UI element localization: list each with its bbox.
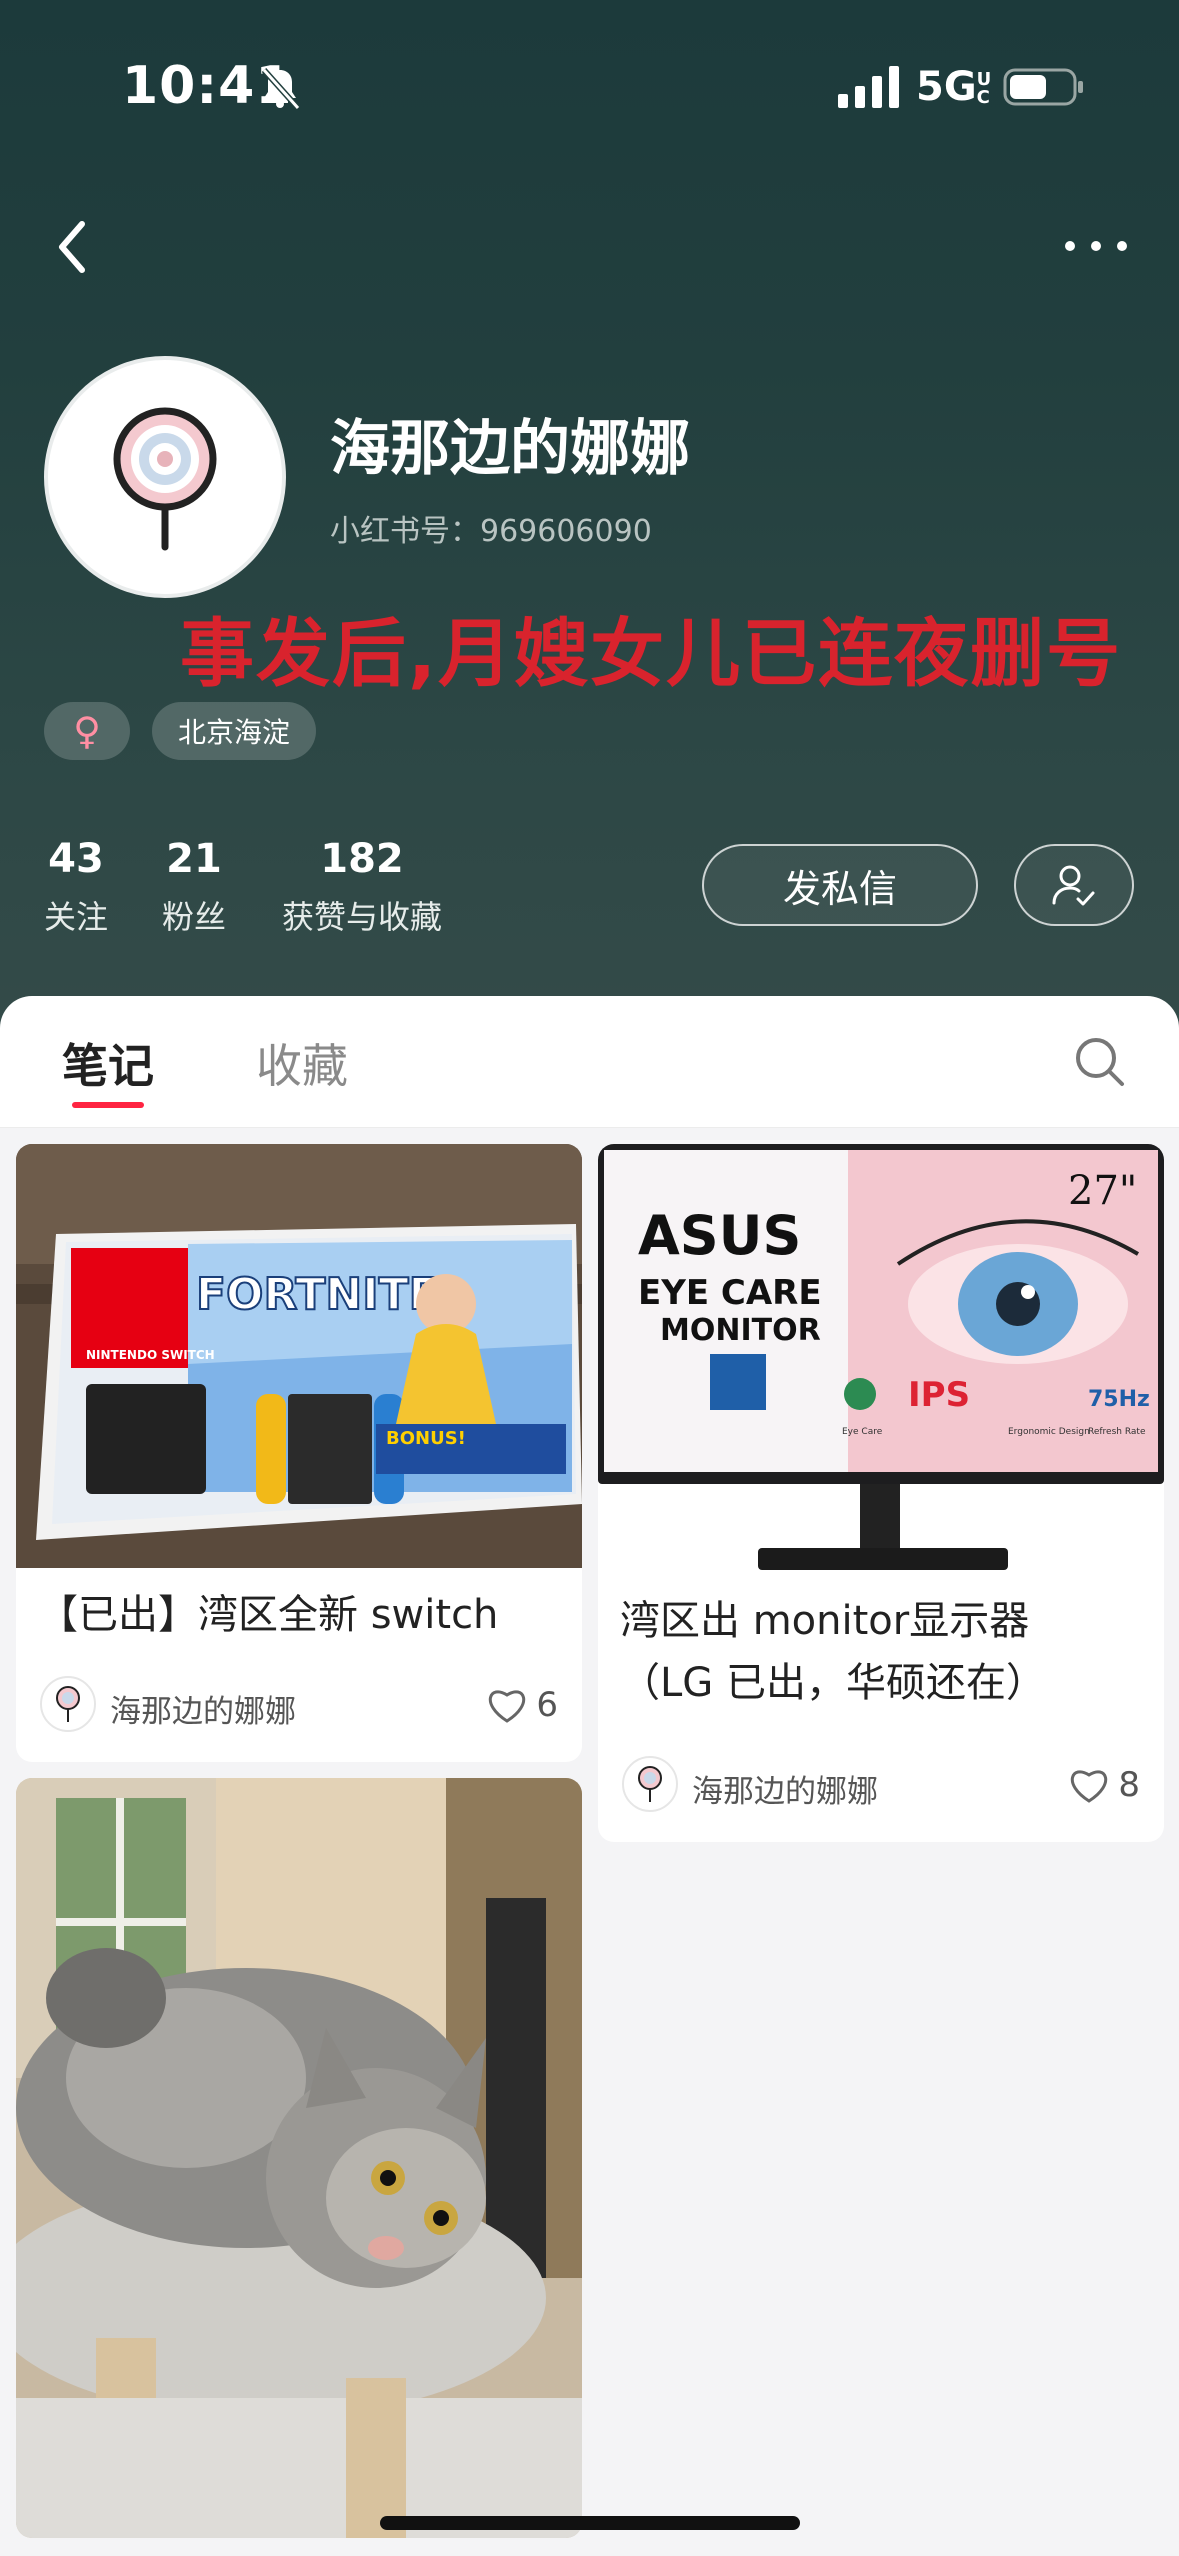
overlay-caption: 事发后,月嫂女儿已连夜删号 xyxy=(180,611,1123,697)
profile-avatar[interactable] xyxy=(44,356,286,598)
more-options-button[interactable] xyxy=(1052,218,1140,274)
lollipop-icon xyxy=(638,1766,662,1802)
user-check-icon xyxy=(1052,865,1095,906)
location-tag: 北京海淀 xyxy=(152,702,317,760)
switch-box-bonus: BONUS! xyxy=(386,1428,466,1449)
post-card[interactable] xyxy=(16,1778,582,2538)
post-card[interactable]: ASUS EYE CARE MONITOR 27" IPS 75Hz Eye C… xyxy=(598,1144,1164,1842)
lollipop-icon xyxy=(56,1686,80,1722)
status-bar: 10:41 5GUC xyxy=(0,0,1179,170)
cell-signal-icon xyxy=(838,66,899,108)
stat-following[interactable]: 43 关注 xyxy=(44,836,108,938)
post-title: 【已出】湾区全新 switch xyxy=(38,1592,499,1638)
post-meta: 海那边的娜娜 8 xyxy=(622,1756,1140,1812)
monitor-size: 27" xyxy=(1068,1168,1137,1214)
monitor-badge-1: Eye Care xyxy=(842,1427,883,1437)
stat-likes-collections[interactable]: 182 获赞与收藏 xyxy=(282,836,442,938)
search-icon[interactable] xyxy=(1072,1034,1128,1090)
tab-notes[interactable]: 笔记 xyxy=(62,1030,154,1096)
post-image-cat xyxy=(16,1778,582,2538)
monitor-badge-2: Ergonomic Design xyxy=(1008,1427,1090,1437)
battery-icon xyxy=(1003,68,1083,106)
post-image-switch: FORTNITE NINTENDO SWITCH BONUS! xyxy=(16,1144,582,1568)
monitor-line1: EYE CARE xyxy=(638,1273,822,1313)
author-name[interactable]: 海那边的娜娜 xyxy=(692,1766,878,1811)
stat-followers-value: 21 xyxy=(166,836,222,882)
back-button[interactable] xyxy=(44,210,104,284)
like-count: 6 xyxy=(536,1685,558,1725)
network-type: 5GUC xyxy=(916,64,992,110)
post-title-line-1: 湾区出 monitor显示器 xyxy=(620,1598,1030,1644)
post-title: 湾区出 monitor显示器 （LG 已出，华硕还在） xyxy=(620,1590,1140,1714)
like-button[interactable]: 8 xyxy=(1068,1762,1140,1808)
gender-tag: ♀ xyxy=(44,702,130,760)
stat-likes-label: 获赞与收藏 xyxy=(282,898,443,936)
home-indicator[interactable] xyxy=(380,2516,800,2530)
post-image-monitor: ASUS EYE CARE MONITOR 27" IPS 75Hz Eye C… xyxy=(598,1144,1164,1584)
monitor-brand: ASUS xyxy=(638,1204,801,1267)
switch-box-brand: NINTENDO SWITCH xyxy=(86,1348,215,1362)
active-tab-indicator xyxy=(72,1102,144,1108)
silent-mode-icon xyxy=(261,67,301,111)
stat-likes-value: 182 xyxy=(320,836,404,882)
like-count: 8 xyxy=(1118,1765,1140,1805)
post-card[interactable]: FORTNITE NINTENDO SWITCH BONUS! 【已出】湾区全新… xyxy=(16,1144,582,1762)
tab-collections[interactable]: 收藏 xyxy=(256,1030,348,1096)
send-message-button[interactable]: 发私信 xyxy=(702,844,978,926)
follow-button[interactable] xyxy=(1014,844,1134,926)
stat-followers[interactable]: 21 粉丝 xyxy=(162,836,226,938)
author-avatar[interactable] xyxy=(40,1676,96,1732)
heart-icon xyxy=(1071,1770,1108,1803)
content-tabs: 笔记 收藏 xyxy=(0,996,1179,1128)
monitor-hz: 75Hz xyxy=(1088,1387,1150,1412)
heart-icon xyxy=(489,1690,526,1723)
lollipop-icon xyxy=(113,407,217,551)
post-title-line-2: （LG 已出，华硕还在） xyxy=(620,1660,1046,1706)
monitor-badge-3: Refresh Rate xyxy=(1088,1427,1146,1437)
monitor-line2: MONITOR xyxy=(660,1313,821,1348)
post-meta: 海那边的娜娜 6 xyxy=(40,1676,558,1732)
stat-following-label: 关注 xyxy=(44,898,109,936)
switch-box-title: FORTNITE xyxy=(196,1269,439,1320)
author-name[interactable]: 海那边的娜娜 xyxy=(110,1686,296,1731)
stat-followers-label: 粉丝 xyxy=(162,898,227,936)
stat-following-value: 43 xyxy=(48,836,104,882)
profile-id: 小红书号：969606090 xyxy=(330,514,652,549)
monitor-ips: IPS xyxy=(908,1375,970,1415)
profile-username: 海那边的娜娜 xyxy=(330,414,690,484)
like-button[interactable]: 6 xyxy=(486,1682,558,1728)
author-avatar[interactable] xyxy=(622,1756,678,1812)
